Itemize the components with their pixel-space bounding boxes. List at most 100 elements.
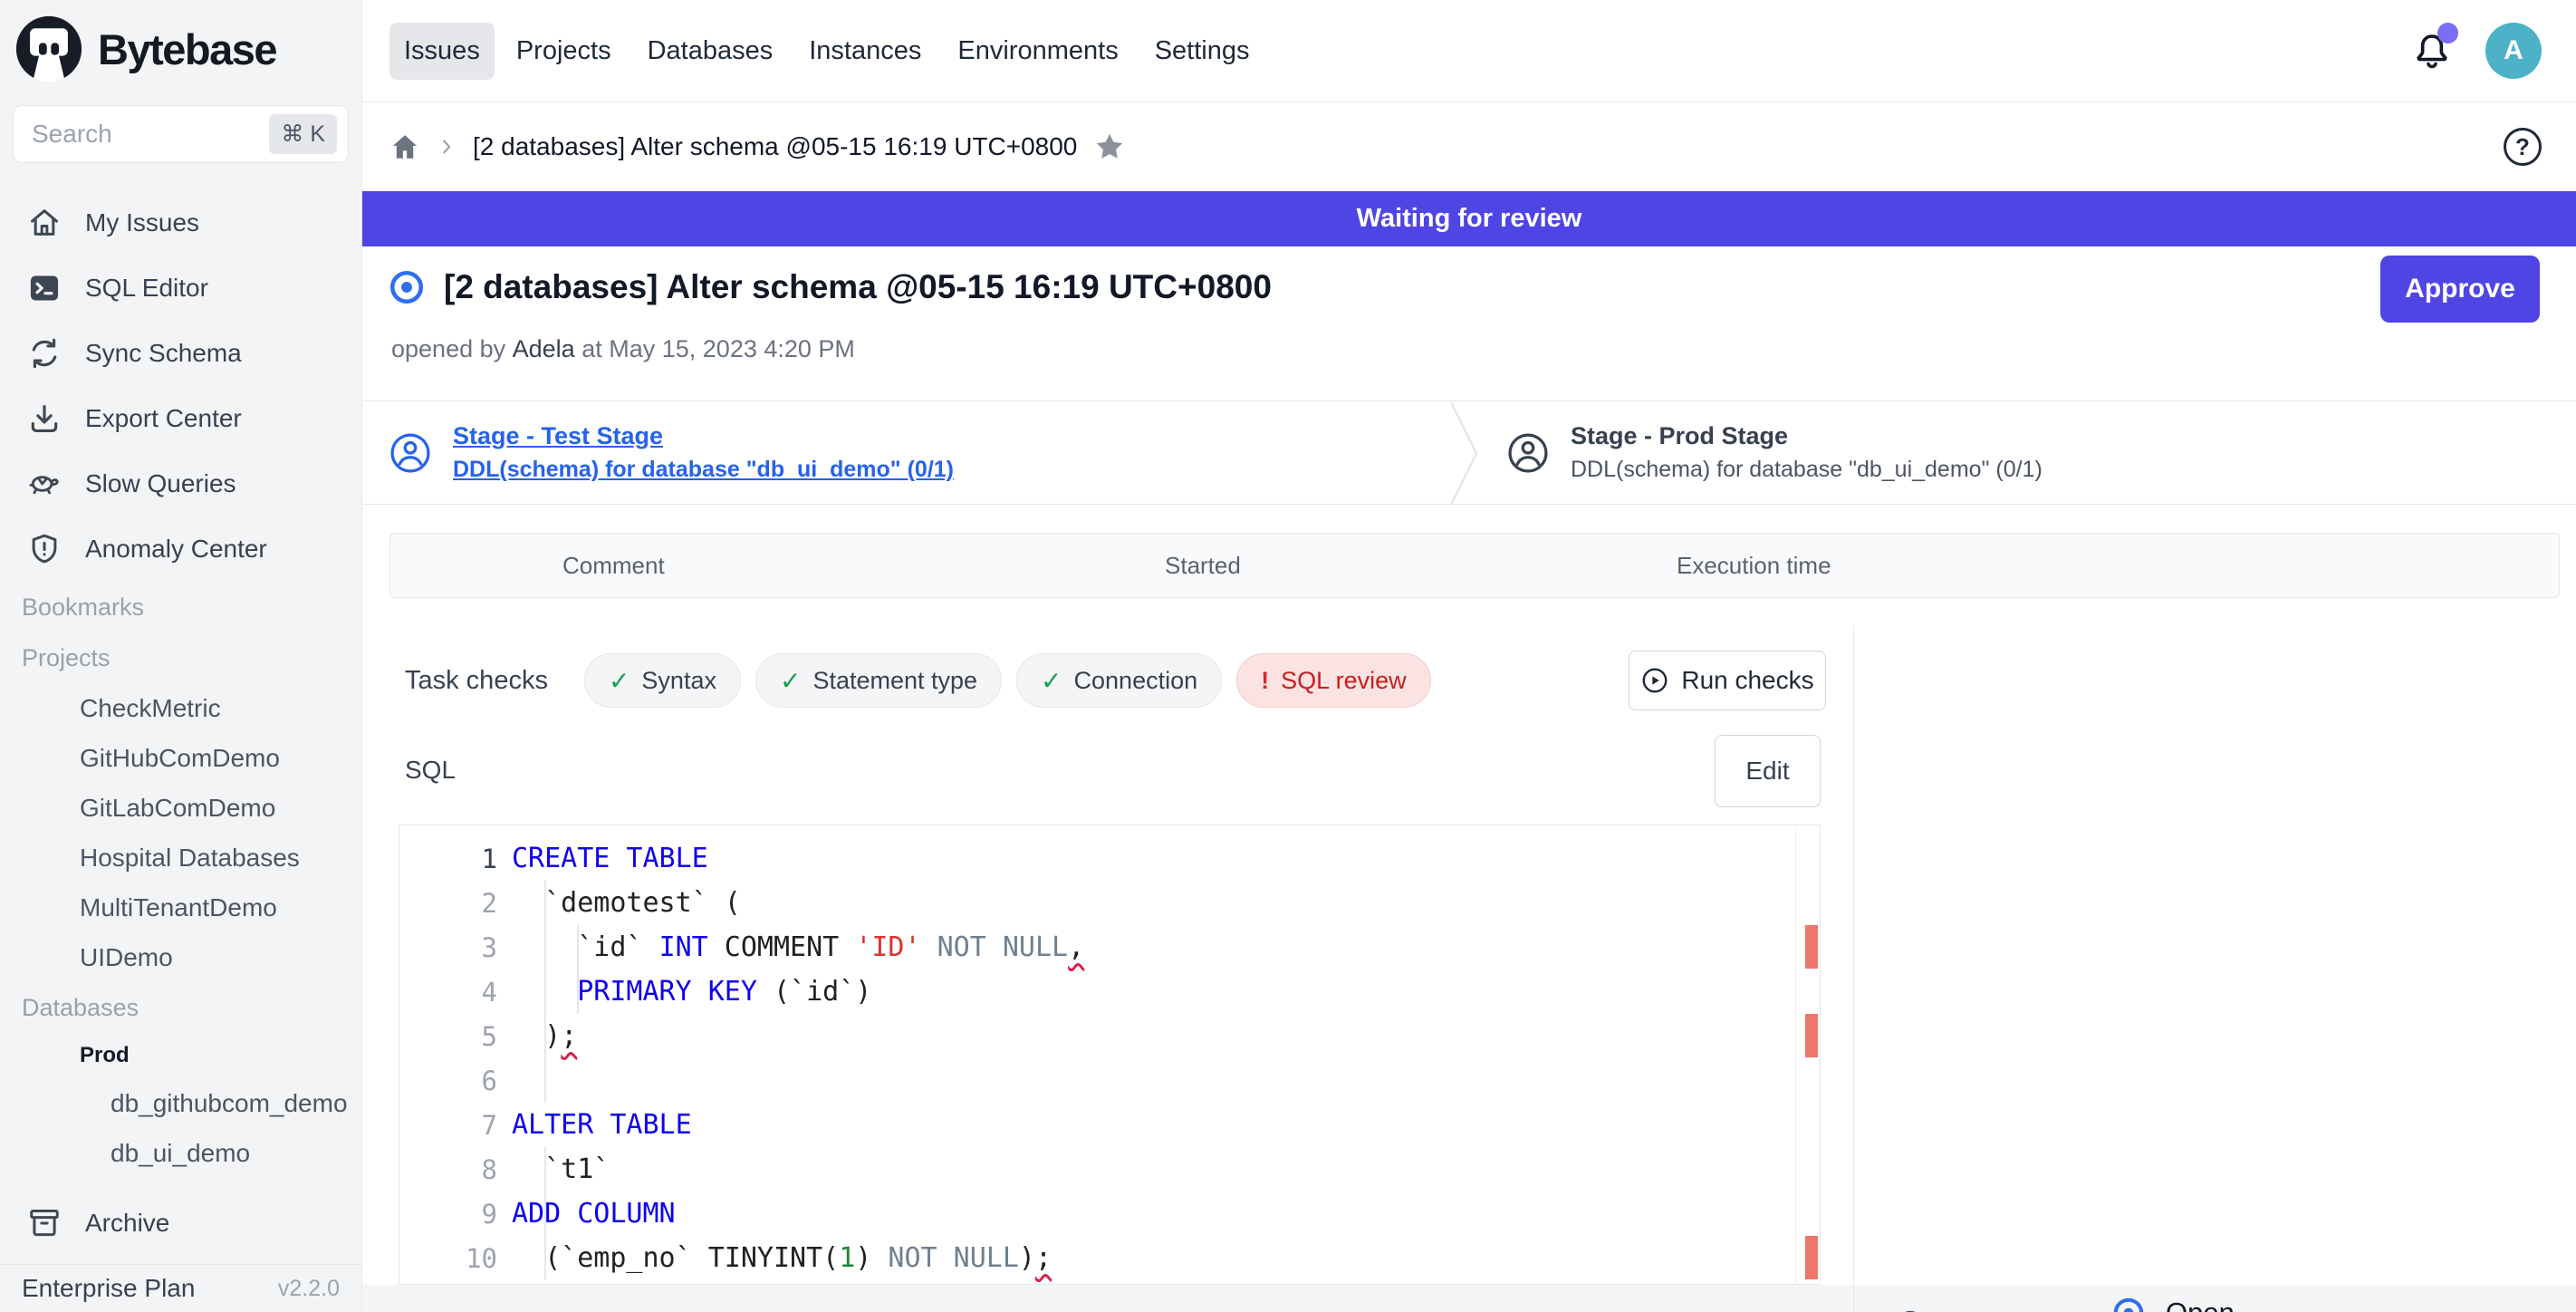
download-icon [27, 401, 62, 436]
issue-header: [2 databases] Alter schema @05-15 16:19 … [362, 246, 2576, 400]
error-marker [1805, 1236, 1818, 1279]
tab-issues[interactable]: Issues [389, 23, 495, 80]
stage-test-stage[interactable]: Stage - Test Stage DDL(schema) for datab… [389, 401, 954, 504]
sidebar: Bytebase ⌘ K My Issues SQL Editor [0, 0, 362, 1312]
code-line: 4 PRIMARY KEY (`id`) [399, 970, 1820, 1014]
line-number: 1 [399, 844, 497, 874]
code-line: 7 ALTER TABLE [399, 1103, 1820, 1147]
top-nav-tabs: Issues Projects Databases Instances Envi… [389, 23, 1264, 80]
task-table-header: Comment Started Execution time [389, 533, 2560, 598]
check-connection[interactable]: Connection [1016, 653, 1222, 708]
column-header-execution-time: Execution time [1677, 534, 1831, 597]
stage-pipeline: Stage - Test Stage DDL(schema) for datab… [362, 400, 2576, 505]
code-line: 2 `demotest` ( [399, 881, 1820, 925]
sidebar-item-label: Archive [85, 1209, 169, 1238]
sidebar-project-checkmetric[interactable]: CheckMetric [0, 683, 361, 733]
run-checks-label: Run checks [1681, 666, 1813, 695]
approve-button[interactable]: Approve [2380, 256, 2540, 323]
breadcrumb-title[interactable]: [2 databases] Alter schema @05-15 16:19 … [473, 132, 1077, 161]
check-pass-icon [1041, 666, 1062, 696]
stage-title[interactable]: Stage - Test Stage [453, 422, 954, 450]
sidebar-item-sync-schema[interactable]: Sync Schema [0, 321, 361, 386]
overview-ruler [1795, 825, 1796, 1284]
sidebar-item-anomaly-center[interactable]: Anomaly Center [0, 516, 361, 582]
meta-prefix: opened by [391, 335, 505, 362]
sidebar-project-uidemo[interactable]: UIDemo [0, 932, 361, 982]
stage-task-label: DDL(schema) for database "db_ui_demo" (0… [1571, 457, 2043, 483]
stage-person-icon [1507, 432, 1549, 474]
stage-person-icon [389, 432, 431, 474]
line-number: 6 [399, 1066, 497, 1096]
issue-author[interactable]: Adela [513, 335, 575, 362]
sidebar-item-export-center[interactable]: Export Center [0, 386, 361, 451]
tab-projects[interactable]: Projects [502, 23, 626, 80]
notifications-bell-icon[interactable] [2411, 30, 2453, 72]
main-area: Issues Projects Databases Instances Envi… [362, 0, 2576, 1312]
issue-open-status-icon [388, 268, 426, 306]
check-label: Connection [1074, 667, 1198, 695]
brand-logo[interactable]: Bytebase [0, 0, 361, 83]
sync-icon [27, 336, 62, 371]
sidebar-db-group-prod: Prod [0, 1033, 361, 1078]
line-number: 8 [399, 1154, 497, 1185]
sidebar-db-githubcom-demo[interactable]: db_githubcom_demo [0, 1078, 361, 1128]
stage-prod-stage[interactable]: Stage - Prod Stage DDL(schema) for datab… [1507, 401, 2043, 504]
sidebar-item-label: My Issues [85, 208, 199, 237]
check-pass-icon [780, 666, 801, 696]
help-icon[interactable] [2504, 128, 2542, 166]
stage-separator-chevron [1449, 401, 1480, 506]
bookmark-star-icon[interactable] [1093, 130, 1126, 163]
issue-meta: opened by Adela at May 15, 2023 4:20 PM [391, 335, 855, 363]
indent-guide [544, 1147, 546, 1280]
sidebar-section-bookmarks[interactable]: Bookmarks [0, 582, 361, 632]
status-value: Open [2111, 1296, 2235, 1312]
sidebar-project-githubcomdemo[interactable]: GitHubComDemo [0, 733, 361, 783]
banner-text: Waiting for review [1357, 204, 1582, 234]
sidebar-project-multitenantdemo[interactable]: MultiTenantDemo [0, 883, 361, 932]
task-checks-row: Task checks Syntax Statement type Connec… [405, 651, 1446, 710]
line-number: 7 [399, 1110, 497, 1141]
check-label: Statement type [812, 667, 977, 695]
sidebar-item-label: Anomaly Center [85, 535, 267, 564]
sidebar-section-databases: Databases [0, 982, 361, 1033]
check-syntax[interactable]: Syntax [584, 653, 741, 708]
issue-title: [2 databases] Alter schema @05-15 16:19 … [444, 268, 1272, 306]
sidebar-project-gitlabcomdemo[interactable]: GitLabComDemo [0, 783, 361, 833]
check-sql-review[interactable]: SQL review [1236, 653, 1431, 708]
tab-environments[interactable]: Environments [943, 23, 1132, 80]
tab-settings[interactable]: Settings [1140, 23, 1264, 80]
user-avatar[interactable]: A [2485, 23, 2542, 79]
search-input[interactable] [32, 120, 269, 149]
edit-sql-button[interactable]: Edit [1715, 735, 1821, 807]
sidebar-item-archive[interactable]: Archive [0, 1191, 361, 1256]
check-statement-type[interactable]: Statement type [755, 653, 1002, 708]
sql-code-editor[interactable]: 1 CREATE TABLE 2 `demotest` ( 3 `id` INT… [399, 825, 1821, 1285]
sidebar-db-ui-demo[interactable]: db_ui_demo [0, 1128, 361, 1178]
status-text: Open [2166, 1297, 2235, 1312]
sidebar-section-projects: Projects [0, 632, 361, 683]
issue-title-row: [2 databases] Alter schema @05-15 16:19 … [388, 268, 1272, 306]
sidebar-item-slow-queries[interactable]: Slow Queries [0, 451, 361, 516]
stage-task-link[interactable]: DDL(schema) for database "db_ui_demo" (0… [453, 457, 954, 483]
sidebar-item-sql-editor[interactable]: SQL Editor [0, 256, 361, 321]
breadcrumb-home-icon[interactable] [389, 131, 420, 162]
check-pass-icon [609, 666, 630, 696]
home-icon [27, 206, 62, 240]
sidebar-footer[interactable]: Enterprise Plan v2.2.0 [0, 1264, 361, 1312]
line-number: 9 [399, 1199, 497, 1230]
sidebar-item-my-issues[interactable]: My Issues [0, 190, 361, 256]
review-status-banner: Waiting for review [362, 191, 2576, 246]
code-line: 6 [399, 1058, 1820, 1103]
sidebar-project-hospital-databases[interactable]: Hospital Databases [0, 833, 361, 883]
sql-section-label: SQL [405, 756, 456, 785]
search-box[interactable]: ⌘ K [13, 105, 349, 163]
terminal-icon [27, 271, 62, 305]
line-number: 2 [399, 888, 497, 919]
tab-instances[interactable]: Instances [794, 23, 936, 80]
run-checks-button[interactable]: Run checks [1629, 651, 1826, 710]
column-header-started: Started [1165, 534, 1241, 597]
tab-databases[interactable]: Databases [633, 23, 788, 80]
version-label: v2.2.0 [278, 1276, 340, 1302]
check-label: SQL review [1281, 667, 1407, 695]
stage-title: Stage - Prod Stage [1571, 422, 2043, 450]
